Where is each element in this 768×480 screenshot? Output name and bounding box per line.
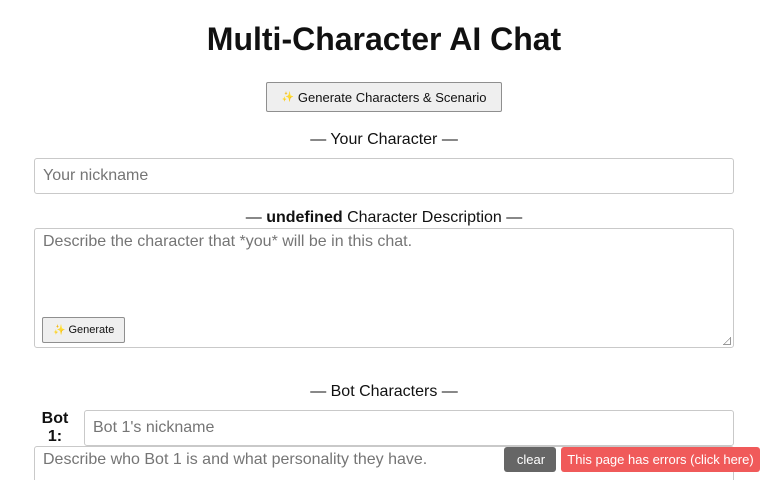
resize-handle-icon[interactable]	[723, 337, 731, 345]
generate-description-label: Generate	[68, 324, 115, 336]
character-description-heading: — undefined Character Description —	[0, 208, 768, 228]
bot-characters-heading: — Bot Characters —	[310, 383, 458, 400]
your-nickname-input[interactable]	[34, 158, 734, 194]
page-errors-button[interactable]: This page has errors (click here)	[561, 447, 760, 472]
generate-characters-scenario-button[interactable]: ✨ Generate Characters & Scenario	[266, 82, 502, 112]
sparkles-icon: ✨	[281, 91, 294, 103]
generate-description-button[interactable]: ✨ Generate	[42, 317, 126, 343]
description-heading-prefix: —	[245, 209, 267, 226]
your-description-container: ✨ Generate	[34, 228, 734, 348]
your-description-textarea[interactable]	[35, 229, 733, 347]
clear-button[interactable]: clear	[504, 447, 556, 472]
bot-1-nickname-input[interactable]	[84, 410, 734, 446]
chat-setup-page: Multi-Character AI Chat ✨ Generate Chara…	[0, 0, 768, 480]
description-heading-name: undefined	[266, 209, 343, 226]
bot-1-label: Bot 1:	[41, 410, 69, 445]
clear-label: clear	[516, 452, 546, 467]
your-character-heading: — Your Character —	[310, 131, 458, 148]
generate-characters-scenario-label: Generate Characters & Scenario	[297, 89, 487, 105]
page-title: Multi-Character AI Chat	[206, 21, 562, 57]
description-heading-suffix: Character Description —	[342, 209, 523, 226]
sparkles-icon: ✨	[53, 324, 66, 336]
